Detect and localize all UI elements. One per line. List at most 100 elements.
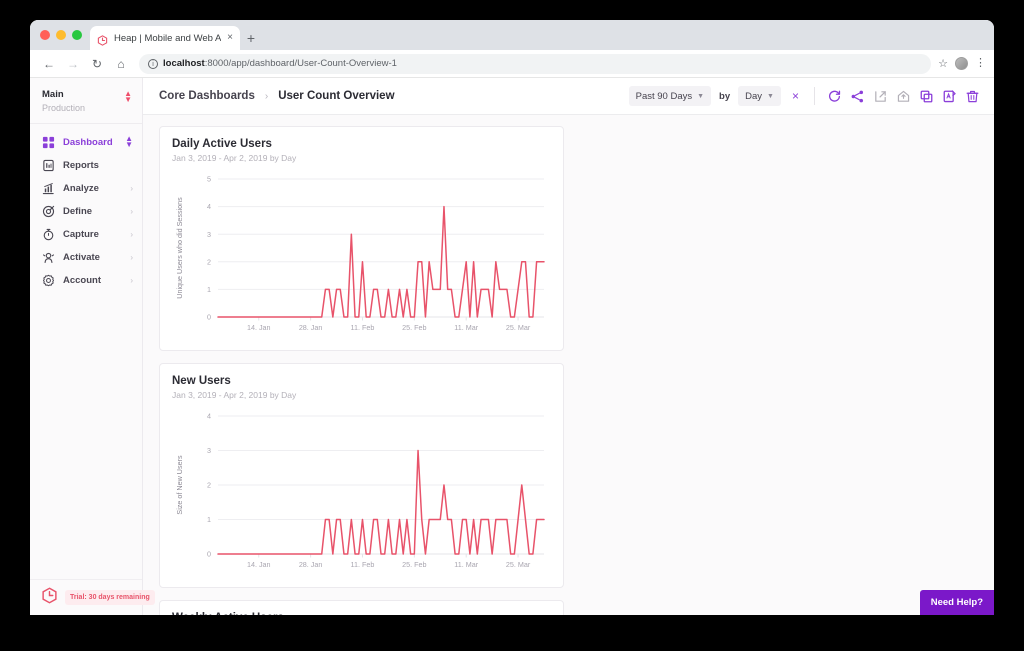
app-container: Main Production ▲ ▼ Dashboard ▲ ▼ Report… bbox=[30, 78, 994, 615]
rename-icon[interactable] bbox=[942, 89, 957, 104]
chart-card-new-users[interactable]: New Users Jan 3, 2019 - Apr 2, 2019 by D… bbox=[159, 363, 564, 588]
sidebar-item-dashboard[interactable]: Dashboard ▲ ▼ bbox=[30, 131, 142, 154]
close-tab-icon[interactable]: × bbox=[227, 33, 233, 43]
gear-icon bbox=[42, 274, 55, 287]
screen: Heap | Mobile and Web Analytics × + ← → … bbox=[0, 0, 1024, 651]
y-tick-label: 0 bbox=[207, 313, 211, 322]
browser-window: Heap | Mobile and Web Analytics × + ← → … bbox=[30, 20, 994, 615]
address-bar[interactable]: i localhost:8000/app/dashboard/User-Coun… bbox=[139, 53, 932, 74]
x-tick-label: 25. Feb bbox=[402, 323, 426, 332]
interval-selector[interactable]: Day ▼ bbox=[738, 86, 781, 106]
card-subtitle: Jan 3, 2019 - Apr 2, 2019 by Day bbox=[172, 390, 297, 400]
new-tab-button[interactable]: + bbox=[240, 26, 262, 50]
site-info-icon[interactable]: i bbox=[148, 58, 158, 69]
org-name: Main bbox=[42, 89, 64, 100]
report-icon bbox=[42, 159, 55, 172]
org-switcher[interactable]: Main Production ▲ ▼ bbox=[30, 78, 142, 124]
line-chart: 0 1 2 3 4 Size of New Users 14. Jan 28. Jan 11. … bbox=[175, 412, 545, 569]
org-environment: Production bbox=[42, 102, 86, 113]
breadcrumb-separator: › bbox=[264, 90, 269, 102]
delete-icon[interactable] bbox=[965, 89, 980, 104]
x-tick-label: 25. Mar bbox=[506, 560, 531, 569]
profile-avatar[interactable] bbox=[955, 57, 968, 70]
y-tick-label: 5 bbox=[207, 175, 211, 184]
target-icon bbox=[42, 205, 55, 218]
forward-button[interactable]: → bbox=[62, 53, 84, 75]
back-button[interactable]: ← bbox=[38, 53, 60, 75]
chevron-right-icon: › bbox=[130, 206, 133, 216]
org-switcher-updown-icon: ▲ ▼ bbox=[124, 89, 132, 104]
x-tick-label: 11. Mar bbox=[454, 560, 478, 569]
dashboard-updown-icon: ▲ ▼ bbox=[125, 134, 133, 150]
sidebar-item-label: Analyze bbox=[63, 182, 99, 194]
trial-status[interactable]: Trial: 30 days remaining bbox=[30, 579, 155, 615]
sidebar-item-label: Activate bbox=[63, 251, 100, 263]
url-host: localhost bbox=[163, 58, 205, 69]
export-icon[interactable] bbox=[873, 89, 888, 104]
sidebar-nav: Dashboard ▲ ▼ Reports Analyze › Define ›… bbox=[30, 124, 142, 292]
dashboard-toolbar: Core Dashboards › User Count Overview Pa… bbox=[143, 78, 994, 115]
sidebar-item-reports[interactable]: Reports bbox=[30, 154, 142, 177]
interval-label: Day bbox=[745, 90, 763, 102]
sidebar-item-label: Dashboard bbox=[63, 136, 113, 148]
x-tick-label: 28. Jan bbox=[299, 323, 323, 332]
reload-button[interactable]: ↻ bbox=[86, 53, 108, 75]
maximize-window-button[interactable] bbox=[72, 30, 82, 40]
y-tick-label: 3 bbox=[207, 446, 211, 455]
save-home-icon[interactable] bbox=[896, 89, 911, 104]
sidebar-item-label: Account bbox=[63, 274, 101, 286]
series-line bbox=[217, 449, 545, 555]
x-tick-label: 25. Feb bbox=[402, 560, 426, 569]
y-tick-label: 2 bbox=[207, 481, 211, 490]
minimize-window-button[interactable] bbox=[56, 30, 66, 40]
date-range-selector[interactable]: Past 90 Days ▼ bbox=[628, 86, 712, 106]
y-tick-label: 3 bbox=[207, 230, 211, 239]
y-tick-label: 2 bbox=[207, 257, 211, 266]
trial-badge: Trial: 30 days remaining bbox=[65, 590, 155, 605]
need-help-button[interactable]: Need Help? bbox=[919, 590, 994, 615]
browser-tab[interactable]: Heap | Mobile and Web Analytics × bbox=[90, 26, 240, 50]
url-path: :8000/app/dashboard/User-Count-Overview-… bbox=[204, 58, 397, 69]
y-tick-label: 1 bbox=[207, 515, 211, 524]
y-tick-label: 4 bbox=[207, 412, 211, 421]
grid-icon bbox=[42, 136, 55, 149]
sidebar-item-capture[interactable]: Capture › bbox=[30, 223, 142, 246]
duplicate-icon[interactable] bbox=[919, 89, 934, 104]
y-tick-label: 1 bbox=[207, 285, 211, 294]
sidebar-item-define[interactable]: Define › bbox=[30, 200, 142, 223]
refresh-icon[interactable] bbox=[827, 89, 842, 104]
chevron-down-icon: ▼ bbox=[697, 92, 705, 100]
home-button[interactable]: ⌂ bbox=[110, 53, 132, 75]
chart-container: 0 1 2 3 4 Size of New Users 14. Jan 28. Jan 11. … bbox=[172, 408, 551, 576]
y-tick-label: 4 bbox=[207, 202, 211, 211]
bookmark-star-icon[interactable]: ☆ bbox=[938, 57, 948, 70]
date-range-label: Past 90 Days bbox=[635, 90, 693, 102]
close-window-button[interactable] bbox=[40, 30, 50, 40]
window-controls[interactable] bbox=[38, 20, 90, 50]
y-tick-label: 0 bbox=[207, 550, 211, 559]
browser-menu-icon[interactable]: ⋮ bbox=[975, 58, 986, 69]
sidebar-item-activate[interactable]: Activate › bbox=[30, 246, 142, 269]
sidebar-item-analyze[interactable]: Analyze › bbox=[30, 177, 142, 200]
sidebar-item-label: Reports bbox=[63, 159, 99, 171]
org-text: Main Production bbox=[42, 89, 85, 114]
chart-card-daily-active-users[interactable]: Daily Active Users Jan 3, 2019 - Apr 2, … bbox=[159, 126, 564, 351]
x-tick-label: 14. Jan bbox=[247, 560, 271, 569]
card-grid: Daily Active Users Jan 3, 2019 - Apr 2, … bbox=[159, 126, 980, 615]
x-tick-label: 11. Mar bbox=[454, 323, 478, 332]
chevron-down-icon: ▼ bbox=[767, 92, 774, 100]
chart-card-weekly-active-users[interactable]: Weekly Active Users Jan 3, 2019 - Apr 2,… bbox=[159, 600, 564, 615]
chart-container: 0 1 2 3 4 5 Unique Users who did Sessions 14. J… bbox=[172, 171, 551, 339]
share-icon[interactable] bbox=[850, 89, 865, 104]
x-tick-label: 11. Feb bbox=[351, 560, 375, 569]
sidebar-item-account[interactable]: Account › bbox=[30, 269, 142, 292]
clear-filters-button[interactable]: × bbox=[789, 90, 802, 102]
page-title: User Count Overview bbox=[278, 90, 395, 102]
x-tick-label: 25. Mar bbox=[506, 323, 531, 332]
sidebar-item-label: Capture bbox=[63, 228, 99, 240]
chevron-right-icon: › bbox=[130, 183, 133, 193]
card-title: Daily Active Users bbox=[172, 138, 272, 150]
heap-hexagon-logo bbox=[41, 586, 58, 609]
breadcrumb-parent[interactable]: Core Dashboards bbox=[159, 90, 255, 102]
y-axis-label: Unique Users who did Sessions bbox=[175, 197, 184, 299]
